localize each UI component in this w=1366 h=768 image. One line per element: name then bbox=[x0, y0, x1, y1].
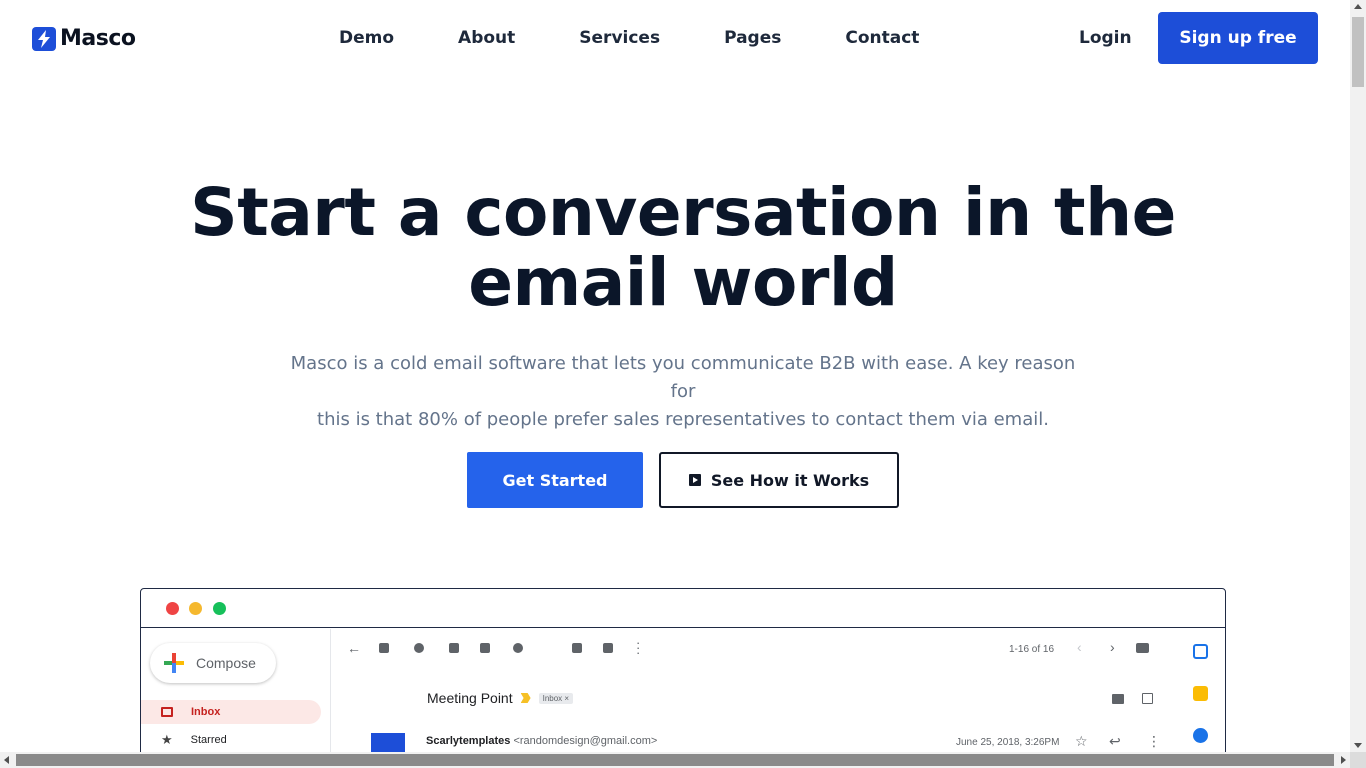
close-dot-icon bbox=[166, 602, 179, 615]
compose-button: Compose bbox=[150, 643, 276, 683]
star-outline-icon: ☆ bbox=[1075, 733, 1088, 749]
open-new-window-icon bbox=[1142, 693, 1153, 704]
mail-content: ← · · · 1-16 of 16 ‹ › Meeting Point Inbox… bbox=[332, 629, 1172, 768]
report-icon bbox=[414, 643, 424, 653]
nav-link-pages[interactable]: Pages bbox=[724, 28, 781, 48]
archive-icon bbox=[379, 643, 389, 653]
main-menu: Demo About Services Pages Contact bbox=[339, 28, 919, 48]
back-arrow-icon: ← bbox=[347, 640, 361, 656]
mail-sidebar: Compose Inbox ★ Starred bbox=[141, 629, 331, 768]
important-marker-icon bbox=[520, 693, 531, 703]
mark-unread-icon bbox=[480, 643, 490, 653]
hero-subtitle-line-2: this is that 80% of people prefer sales … bbox=[317, 409, 1049, 430]
inbox-tag: Inbox × bbox=[538, 692, 574, 704]
window-titlebar bbox=[141, 589, 1225, 628]
more-vertical-icon: ⋮ bbox=[1147, 733, 1161, 749]
input-tools-icon bbox=[1136, 643, 1149, 653]
contacts-icon bbox=[1193, 728, 1208, 743]
scroll-up-arrow-icon[interactable] bbox=[1354, 4, 1362, 9]
scroll-left-arrow-icon[interactable] bbox=[4, 756, 9, 764]
chevron-left-icon: ‹ bbox=[1077, 639, 1082, 655]
compose-label: Compose bbox=[196, 655, 256, 671]
see-how-it-works-button[interactable]: See How it Works bbox=[659, 452, 899, 508]
sidebar-item-label: Inbox bbox=[191, 706, 221, 718]
delete-icon bbox=[449, 643, 459, 653]
calendar-icon bbox=[1193, 644, 1208, 659]
top-nav: Masco Demo About Services Pages Contact … bbox=[0, 0, 1350, 78]
login-link[interactable]: Login bbox=[1079, 28, 1132, 48]
hero-title: Start a conversation in the email world bbox=[0, 178, 1366, 318]
minimize-dot-icon bbox=[189, 602, 202, 615]
scrollbar-corner bbox=[1350, 752, 1366, 768]
hero-subtitle: Masco is a cold email software that lets… bbox=[280, 350, 1086, 434]
get-started-button[interactable]: Get Started bbox=[467, 452, 643, 508]
maximize-dot-icon bbox=[213, 602, 226, 615]
snooze-icon bbox=[513, 643, 523, 653]
nav-link-contact[interactable]: Contact bbox=[845, 28, 919, 48]
email-app-mockup: Compose Inbox ★ Starred ← · · · 1-16 of 16… bbox=[140, 588, 1226, 768]
reply-icon: ↩ bbox=[1109, 733, 1121, 749]
subject-text: Meeting Point bbox=[427, 690, 513, 706]
nav-link-demo[interactable]: Demo bbox=[339, 28, 394, 48]
keep-icon bbox=[1193, 686, 1208, 701]
bolt-icon bbox=[32, 26, 56, 51]
sidebar-item-inbox: Inbox bbox=[141, 700, 321, 724]
plus-icon bbox=[164, 653, 184, 673]
star-icon: ★ bbox=[161, 732, 173, 747]
side-apps-rail bbox=[1181, 629, 1225, 768]
sender-line: Scarlytemplates <randomdesign@gmail.com> bbox=[426, 735, 657, 747]
nav-link-about[interactable]: About bbox=[458, 28, 515, 48]
sidebar-item-label: Starred bbox=[190, 734, 227, 746]
hero-title-line-1: Start a conversation in the bbox=[190, 174, 1176, 251]
play-icon bbox=[688, 474, 701, 486]
horizontal-scroll-thumb[interactable] bbox=[16, 754, 1334, 766]
scroll-down-arrow-icon[interactable] bbox=[1354, 743, 1362, 748]
email-date: June 25, 2018, 3:26PM bbox=[956, 737, 1060, 748]
sender-avatar bbox=[371, 733, 405, 753]
nav-link-services[interactable]: Services bbox=[579, 28, 660, 48]
logo[interactable]: Masco bbox=[32, 26, 136, 51]
vertical-scroll-thumb[interactable] bbox=[1352, 17, 1364, 87]
sender-name: Scarlytemplates bbox=[426, 735, 511, 747]
sidebar-item-starred: ★ Starred bbox=[141, 728, 321, 752]
hero-subtitle-line-1: Masco is a cold email software that lets… bbox=[290, 353, 1076, 402]
email-subject: Meeting Point Inbox × bbox=[427, 690, 574, 706]
sender-email: <randomdesign@gmail.com> bbox=[513, 735, 658, 747]
see-how-it-works-label: See How it Works bbox=[710, 470, 870, 490]
vertical-scrollbar[interactable] bbox=[1350, 0, 1366, 752]
brand-name: Masco bbox=[60, 26, 136, 51]
hero-title-line-2: email world bbox=[468, 244, 898, 321]
more-vertical-icon: · · · bbox=[636, 635, 641, 660]
signup-button[interactable]: Sign up free bbox=[1158, 12, 1318, 64]
chevron-right-icon: › bbox=[1110, 639, 1115, 655]
move-to-icon bbox=[572, 643, 582, 653]
inbox-icon bbox=[161, 707, 173, 717]
scroll-right-arrow-icon[interactable] bbox=[1341, 756, 1346, 764]
pager-text: 1-16 of 16 bbox=[1009, 644, 1055, 655]
label-icon bbox=[603, 643, 613, 653]
print-icon bbox=[1112, 694, 1124, 704]
horizontal-scrollbar[interactable] bbox=[0, 752, 1350, 768]
